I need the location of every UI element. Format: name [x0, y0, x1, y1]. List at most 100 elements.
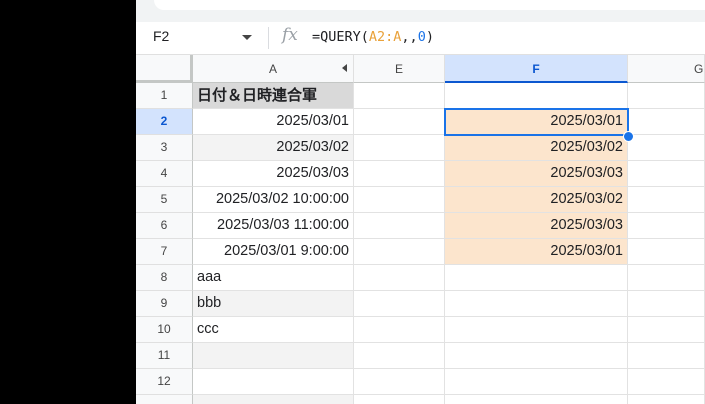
row-label: 8 — [160, 270, 168, 284]
name-box[interactable]: F2 — [153, 28, 169, 44]
row-header-6[interactable]: 6 — [136, 213, 193, 239]
cell-f1[interactable] — [445, 83, 628, 109]
row-header-5[interactable]: 5 — [136, 187, 193, 213]
cell-f4[interactable]: 2025/03/03 — [445, 161, 628, 187]
cell-e7[interactable] — [354, 239, 445, 265]
formula-bar: F2 fx =QUERY(A2:A,,0) — [136, 22, 705, 55]
cell-g7[interactable] — [628, 239, 705, 265]
row-label: 5 — [160, 192, 168, 206]
row-label: 3 — [160, 140, 168, 154]
spreadsheet: F2 fx =QUERY(A2:A,,0) A E F G 1 2 3 4 5 … — [136, 0, 705, 404]
formula-range-ref: A2:A — [368, 29, 402, 45]
cell-g8[interactable] — [628, 265, 705, 291]
cell-f6[interactable]: 2025/03/03 — [445, 213, 628, 239]
formula-input[interactable]: =QUERY(A2:A,,0) — [312, 29, 434, 45]
cell-f8[interactable] — [445, 265, 628, 291]
row-label: 11 — [157, 348, 171, 362]
row-header-10[interactable]: 10 — [136, 317, 193, 343]
cell-g5[interactable] — [628, 187, 705, 213]
cell-a7[interactable]: 2025/03/01 9:00:00 — [193, 239, 354, 265]
column-label-g: G — [694, 62, 704, 76]
cell-g2[interactable] — [628, 109, 705, 135]
column-header-g[interactable]: G — [628, 55, 705, 83]
cell-f11[interactable] — [445, 343, 628, 369]
cell-a10[interactable]: ccc — [193, 317, 354, 343]
cell-a6[interactable]: 2025/03/03 11:00:00 — [193, 213, 354, 239]
cell-e6[interactable] — [354, 213, 445, 239]
cell-e11[interactable] — [354, 343, 445, 369]
chevron-down-icon[interactable] — [242, 35, 252, 40]
row-header-11[interactable]: 11 — [136, 343, 193, 369]
row-label: 2 — [160, 114, 168, 128]
row-header-1[interactable]: 1 — [136, 83, 193, 109]
row-header-12[interactable]: 12 — [136, 369, 193, 395]
cell-f2[interactable]: 2025/03/01 — [445, 109, 628, 135]
cell-f13[interactable] — [445, 395, 628, 404]
formula-prefix: =QUERY( — [312, 29, 369, 45]
column-label-f: F — [532, 62, 540, 76]
cell-g3[interactable] — [628, 135, 705, 161]
cell-g9[interactable] — [628, 291, 705, 317]
toolbar-edge — [154, 0, 705, 10]
hidden-columns-left-arrow-icon[interactable] — [342, 64, 347, 72]
fx-icon: fx — [282, 25, 298, 45]
fill-handle[interactable] — [623, 131, 634, 142]
row-label: 12 — [157, 374, 171, 388]
select-all-corner[interactable] — [136, 55, 193, 83]
row-header-9[interactable]: 9 — [136, 291, 193, 317]
row-label: 10 — [157, 322, 171, 336]
column-header-f[interactable]: F — [445, 55, 628, 83]
cell-e8[interactable] — [354, 265, 445, 291]
cell-f10[interactable] — [445, 317, 628, 343]
cell-e9[interactable] — [354, 291, 445, 317]
cell-a12[interactable] — [193, 369, 354, 395]
cell-g6[interactable] — [628, 213, 705, 239]
cell-e2[interactable] — [354, 109, 445, 135]
cell-f9[interactable] — [445, 291, 628, 317]
cell-f7[interactable]: 2025/03/01 — [445, 239, 628, 265]
cell-a13[interactable] — [193, 395, 354, 404]
cell-e12[interactable] — [354, 369, 445, 395]
row-label: 6 — [160, 218, 168, 232]
column-header-a[interactable]: A — [193, 55, 354, 83]
cell-f5[interactable]: 2025/03/02 — [445, 187, 628, 213]
cell-e1[interactable] — [354, 83, 445, 109]
row-header-7[interactable]: 7 — [136, 239, 193, 265]
cell-g10[interactable] — [628, 317, 705, 343]
cell-e13[interactable] — [354, 395, 445, 404]
formula-number: 0 — [417, 29, 426, 45]
cell-f12[interactable] — [445, 369, 628, 395]
column-header-e[interactable]: E — [354, 55, 445, 83]
cell-e3[interactable] — [354, 135, 445, 161]
formula-suffix: ) — [425, 29, 434, 45]
cell-g1[interactable] — [628, 83, 705, 109]
row-header-2[interactable]: 2 — [136, 109, 193, 135]
cell-a5[interactable]: 2025/03/02 10:00:00 — [193, 187, 354, 213]
cell-e4[interactable] — [354, 161, 445, 187]
row-label: 1 — [160, 88, 168, 102]
cell-e5[interactable] — [354, 187, 445, 213]
cell-g4[interactable] — [628, 161, 705, 187]
cell-a3[interactable]: 2025/03/02 — [193, 135, 354, 161]
row-header-8[interactable]: 8 — [136, 265, 193, 291]
row-header-4[interactable]: 4 — [136, 161, 193, 187]
cell-a11[interactable] — [193, 343, 354, 369]
cell-grid: A E F G 1 2 3 4 5 6 7 8 9 10 11 12 日付＆日時… — [136, 55, 705, 404]
cell-a9[interactable]: bbb — [193, 291, 354, 317]
cell-a2[interactable]: 2025/03/01 — [193, 109, 354, 135]
row-header-3[interactable]: 3 — [136, 135, 193, 161]
cell-g11[interactable] — [628, 343, 705, 369]
cell-a4[interactable]: 2025/03/03 — [193, 161, 354, 187]
column-label-a: A — [268, 62, 277, 76]
cell-a1[interactable]: 日付＆日時連合軍 — [193, 83, 354, 109]
cell-e10[interactable] — [354, 317, 445, 343]
row-header-13[interactable] — [136, 395, 193, 404]
cell-a8[interactable]: aaa — [193, 265, 354, 291]
cell-g12[interactable] — [628, 369, 705, 395]
cell-g13[interactable] — [628, 395, 705, 404]
row-label: 9 — [160, 296, 168, 310]
divider — [268, 27, 269, 49]
row-label: 4 — [160, 166, 168, 180]
cell-f3[interactable]: 2025/03/02 — [445, 135, 628, 161]
toolbar-strip — [136, 0, 705, 22]
